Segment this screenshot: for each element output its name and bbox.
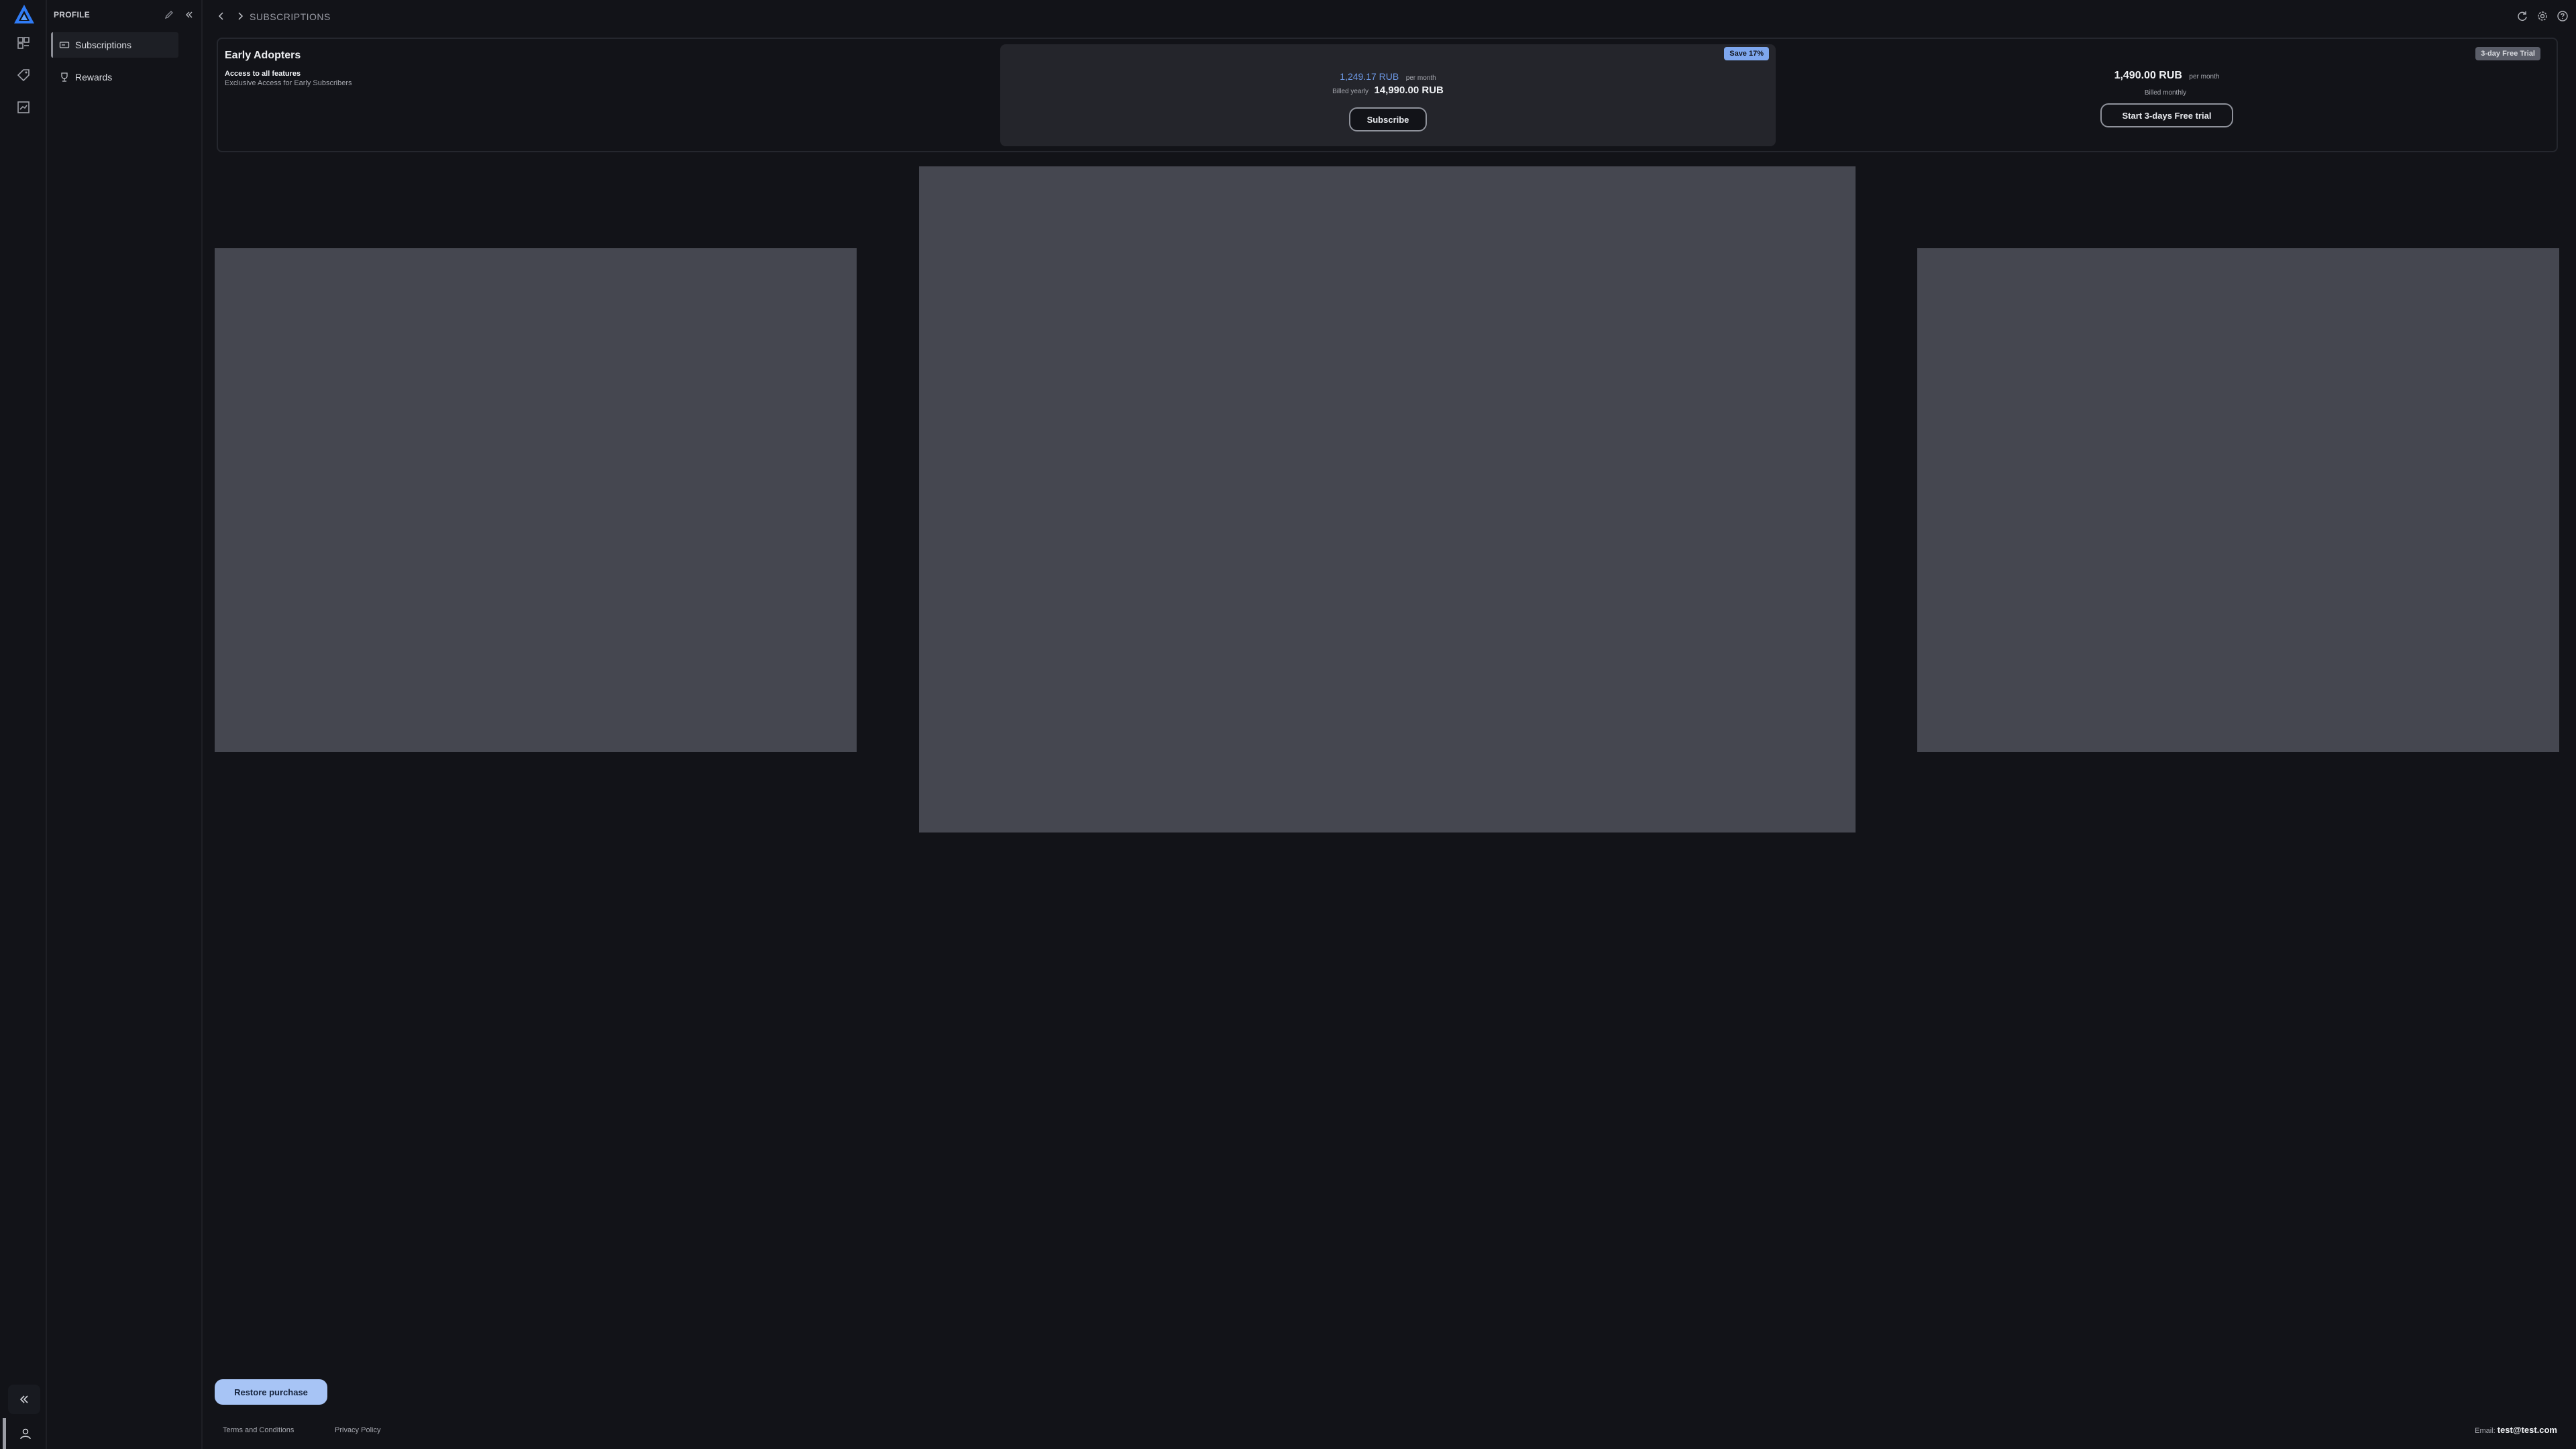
refresh-icon[interactable] (2516, 9, 2529, 23)
monthly-option[interactable]: 3-day Free Trial 1,490.00 RUB per month … (1781, 39, 2553, 153)
tag-icon[interactable] (15, 67, 32, 83)
yearly-billed-line: Billed yearly 14,990.00 RUB (1000, 85, 1776, 97)
chart-icon[interactable] (15, 99, 32, 115)
trial-badge: 3-day Free Trial (2475, 47, 2540, 60)
restore-purchase-button[interactable]: Restore purchase (215, 1379, 327, 1405)
per-month-label: per month (2189, 73, 2220, 80)
back-arrow-icon[interactable] (216, 11, 227, 21)
yearly-monthly-price: 1,249.17 RUB (1340, 71, 1399, 82)
carousel-slide-center[interactable] (919, 166, 1856, 833)
subscribe-button[interactable]: Subscribe (1349, 107, 1427, 131)
breadcrumb: SUBSCRIPTIONS (250, 11, 331, 22)
monthly-billed-line: Billed monthly (1781, 86, 2553, 98)
sidebar-item-label: Rewards (75, 72, 113, 83)
yearly-monthly-price-line: 1,249.17 RUB per month (1000, 71, 1776, 83)
double-chevron-left-icon (19, 1395, 28, 1403)
dashboard-icon[interactable] (15, 35, 32, 51)
icon-rail (0, 0, 47, 1449)
sidebar: PROFILE Subscriptions Rewards (48, 0, 203, 1449)
user-icon (19, 1428, 31, 1440)
sidebar-header: PROFILE (54, 8, 197, 21)
yearly-option[interactable]: Save 17% 1,249.17 RUB per month Billed y… (1000, 44, 1776, 146)
forward-arrow-icon[interactable] (235, 11, 246, 21)
sidebar-item-subscriptions[interactable]: Subscriptions (51, 32, 178, 58)
subscription-icon (59, 42, 70, 48)
sidebar-item-rewards[interactable]: Rewards (51, 64, 178, 90)
email-label: Email: (2475, 1427, 2496, 1435)
edit-icon[interactable] (164, 9, 174, 20)
logo-icon[interactable] (13, 4, 35, 24)
start-free-trial-button[interactable]: Start 3-days Free trial (2100, 103, 2233, 127)
settings-icon[interactable] (2536, 9, 2549, 23)
help-icon[interactable] (2556, 9, 2569, 23)
plan-name: Early Adopters (225, 50, 301, 61)
monthly-price-line: 1,490.00 RUB per month (1781, 70, 2553, 82)
sidebar-collapse-icon[interactable] (184, 9, 195, 20)
billed-yearly-label: Billed yearly (1332, 88, 1369, 95)
plan-card: Early Adopters Access to all features Ex… (217, 38, 2558, 152)
user-profile-button[interactable] (3, 1418, 44, 1449)
plan-feature: Access to all features (225, 70, 301, 78)
billed-monthly-label: Billed monthly (2144, 89, 2187, 97)
carousel-slide-left[interactable] (215, 248, 857, 752)
save-badge: Save 17% (1724, 47, 1769, 60)
monthly-price: 1,490.00 RUB (2114, 70, 2182, 81)
sidebar-item-label: Subscriptions (75, 40, 132, 50)
billed-yearly-price: 14,990.00 RUB (1374, 85, 1444, 96)
app-root: PROFILE Subscriptions Rewards SUBSCRIPTI… (0, 0, 2576, 1449)
terms-link[interactable]: Terms and Conditions (223, 1426, 294, 1434)
top-bar: SUBSCRIPTIONS (204, 0, 2576, 32)
email-value: test@test.com (2497, 1425, 2557, 1435)
carousel-slide-right[interactable] (1917, 248, 2559, 752)
rail-collapse-button[interactable] (8, 1385, 40, 1414)
account-email: Email: test@test.com (2475, 1425, 2557, 1435)
per-month-label: per month (1405, 74, 1436, 82)
trophy-icon (61, 72, 68, 82)
sidebar-title: PROFILE (54, 10, 91, 19)
privacy-link[interactable]: Privacy Policy (335, 1426, 380, 1434)
plan-description: Exclusive Access for Early Subscribers (225, 79, 352, 87)
